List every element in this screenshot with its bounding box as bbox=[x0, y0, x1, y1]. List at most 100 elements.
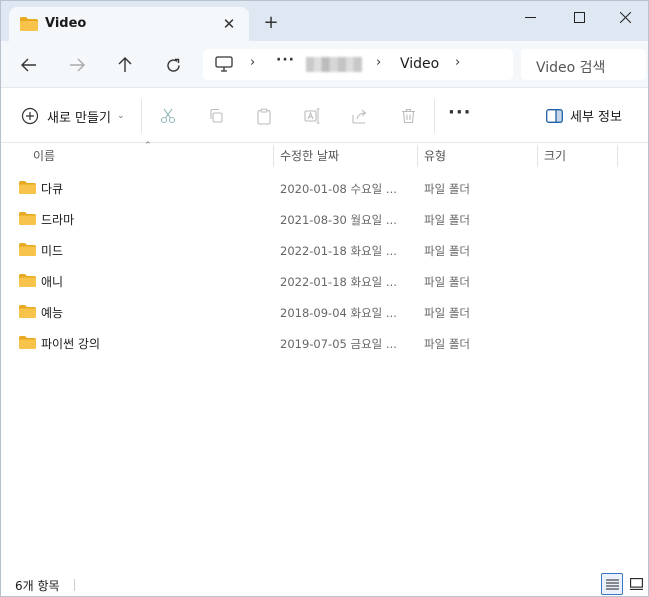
file-type: 파일 폴더 bbox=[424, 275, 470, 289]
folder-icon bbox=[19, 243, 36, 259]
file-date-modified: 2022-01-18 화요일 ... bbox=[280, 275, 397, 289]
file-row[interactable]: 파이썬 강의 2019-07-05 금요일 ... 파일 폴더 bbox=[1, 328, 648, 359]
breadcrumb-separator[interactable]: › bbox=[455, 55, 460, 70]
refresh-button[interactable] bbox=[161, 53, 185, 77]
title-bar: Video ✕ + bbox=[1, 1, 648, 41]
share-button[interactable] bbox=[349, 105, 371, 127]
file-row[interactable]: 예능 2018-09-04 화요일 ... 파일 폴더 bbox=[1, 297, 648, 328]
trash-icon bbox=[401, 108, 415, 124]
file-type: 파일 폴더 bbox=[424, 213, 470, 227]
breadcrumb-separator[interactable]: › bbox=[250, 55, 255, 70]
column-type[interactable]: 유형 bbox=[424, 143, 446, 169]
copy-button[interactable] bbox=[205, 105, 227, 127]
command-divider bbox=[141, 99, 142, 133]
details-pane-icon bbox=[546, 108, 563, 123]
clipboard-icon bbox=[257, 107, 271, 125]
computer-icon bbox=[215, 56, 233, 75]
maximize-button[interactable] bbox=[556, 1, 602, 33]
breadcrumb-redacted[interactable] bbox=[306, 57, 362, 72]
file-row[interactable]: 미드 2022-01-18 화요일 ... 파일 폴더 bbox=[1, 235, 648, 266]
file-row[interactable]: 애니 2022-01-18 화요일 ... 파일 폴더 bbox=[1, 266, 648, 297]
cut-button[interactable] bbox=[157, 105, 179, 127]
minimize-icon bbox=[524, 16, 536, 18]
file-type: 파일 폴더 bbox=[424, 337, 470, 351]
column-resize-handle[interactable] bbox=[617, 145, 618, 167]
file-row[interactable]: 드라마 2021-08-30 월요일 ... 파일 폴더 bbox=[1, 204, 648, 235]
file-type: 파일 폴더 bbox=[424, 182, 470, 196]
file-name: 예능 bbox=[41, 306, 64, 320]
copy-icon bbox=[210, 108, 223, 123]
rename-icon bbox=[303, 108, 319, 124]
column-resize-handle[interactable] bbox=[417, 145, 418, 167]
column-header: ⌃ 이름 수정한 날짜 유형 크기 bbox=[1, 141, 648, 169]
large-icons-view-button[interactable] bbox=[625, 573, 647, 595]
column-name[interactable]: 이름 bbox=[33, 143, 55, 169]
file-type: 파일 폴더 bbox=[424, 306, 470, 320]
details-pane-button[interactable]: 세부 정보 bbox=[546, 106, 622, 125]
column-resize-handle[interactable] bbox=[537, 145, 538, 167]
details-view-button[interactable] bbox=[601, 573, 623, 595]
command-bar: 새로 만들기 ⌄ ··· 세부 정보 bbox=[1, 89, 648, 143]
breadcrumb-separator[interactable]: › bbox=[376, 55, 381, 70]
file-name: 미드 bbox=[41, 244, 64, 258]
scissors-icon bbox=[160, 108, 176, 124]
maximize-icon bbox=[573, 11, 585, 23]
new-tab-button[interactable]: + bbox=[261, 13, 281, 33]
share-icon bbox=[351, 109, 366, 124]
breadcrumb-overflow-button[interactable]: ··· bbox=[276, 52, 295, 68]
folder-icon bbox=[20, 17, 38, 34]
file-name: 파이썬 강의 bbox=[41, 337, 101, 351]
close-window-button[interactable] bbox=[602, 1, 648, 33]
file-date-modified: 2019-07-05 금요일 ... bbox=[280, 337, 397, 351]
details-pane-label: 세부 정보 bbox=[570, 110, 622, 125]
chevron-down-icon: ⌄ bbox=[116, 111, 125, 121]
tab-title: Video bbox=[45, 16, 87, 31]
status-divider bbox=[74, 579, 75, 591]
folder-icon bbox=[19, 274, 36, 290]
list-view-icon bbox=[605, 578, 619, 590]
file-date-modified: 2020-01-08 수요일 ... bbox=[280, 182, 397, 196]
close-icon bbox=[619, 11, 631, 23]
file-type: 파일 폴더 bbox=[424, 244, 470, 258]
delete-button[interactable] bbox=[397, 105, 419, 127]
file-date-modified: 2022-01-18 화요일 ... bbox=[280, 244, 397, 258]
breadcrumb-current-folder[interactable]: Video bbox=[400, 56, 439, 72]
file-date-modified: 2018-09-04 화요일 ... bbox=[280, 306, 397, 320]
column-date-modified[interactable]: 수정한 날짜 bbox=[280, 143, 339, 169]
sort-ascending-icon: ⌃ bbox=[144, 141, 152, 151]
tiles-view-icon bbox=[629, 578, 643, 590]
column-resize-handle[interactable] bbox=[273, 145, 274, 167]
new-item-label: 새로 만들기 bbox=[47, 110, 111, 126]
new-item-button[interactable]: 새로 만들기 ⌄ bbox=[13, 101, 124, 131]
item-count: 6개 항목 bbox=[15, 579, 60, 593]
file-explorer-window: Video ✕ + › ··· › Video › Video 검색 새로 만들… bbox=[0, 0, 649, 597]
refresh-icon bbox=[166, 58, 180, 72]
plus-circle-icon bbox=[21, 107, 39, 125]
forward-button[interactable] bbox=[65, 53, 89, 77]
paste-button[interactable] bbox=[253, 105, 275, 127]
search-box[interactable]: Video 검색 bbox=[521, 49, 646, 80]
file-name: 다큐 bbox=[41, 182, 64, 196]
rename-button[interactable] bbox=[301, 105, 323, 127]
tab-close-button[interactable]: ✕ bbox=[220, 15, 238, 33]
more-options-button[interactable]: ··· bbox=[448, 102, 472, 123]
column-size[interactable]: 크기 bbox=[544, 143, 566, 169]
navigation-bar: › ··· › Video › Video 검색 bbox=[1, 41, 648, 88]
minimize-button[interactable] bbox=[507, 1, 553, 33]
folder-icon bbox=[19, 336, 36, 352]
file-row[interactable]: 다큐 2020-01-08 수요일 ... 파일 폴더 bbox=[1, 173, 648, 204]
file-name: 드라마 bbox=[41, 213, 75, 227]
folder-icon bbox=[19, 305, 36, 321]
status-bar: 6개 항목 bbox=[1, 571, 648, 596]
arrow-up-icon bbox=[118, 57, 132, 72]
file-name: 애니 bbox=[41, 275, 64, 289]
up-button[interactable] bbox=[113, 53, 137, 77]
arrow-right-icon bbox=[70, 58, 85, 72]
address-bar[interactable]: › ··· › Video › bbox=[203, 49, 513, 80]
search-placeholder: Video 검색 bbox=[536, 60, 606, 76]
command-divider bbox=[434, 99, 435, 133]
back-button[interactable] bbox=[17, 53, 41, 77]
tab-video[interactable]: Video ✕ bbox=[9, 7, 249, 41]
arrow-left-icon bbox=[21, 58, 36, 72]
folder-icon bbox=[19, 181, 36, 197]
